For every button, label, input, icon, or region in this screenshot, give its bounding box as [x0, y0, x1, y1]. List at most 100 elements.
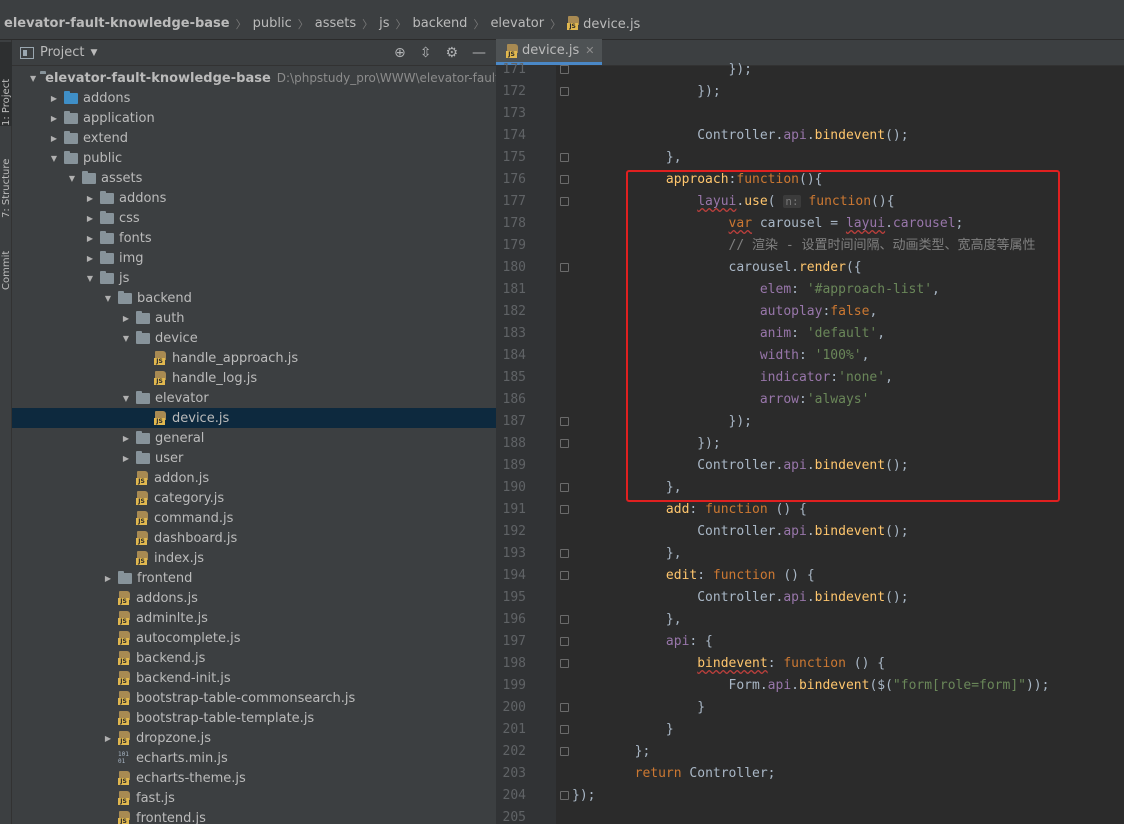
chevron-down-icon[interactable]: ▼ — [120, 334, 132, 343]
tree-folder-item[interactable]: ▼ elevator-fault-knowledge-base D:\phpstud… — [12, 68, 496, 88]
fold-marker-icon[interactable] — [560, 153, 569, 162]
tree-folder-item[interactable]: ▼ public — [12, 148, 496, 168]
chevron-right-icon[interactable]: ▶ — [84, 234, 96, 243]
tree-file-item[interactable]: ▶JSaddon.js — [12, 468, 496, 488]
tree-file-item[interactable]: ▶JSecharts-theme.js — [12, 768, 496, 788]
commit-tool-tab[interactable]: Commit — [0, 228, 12, 290]
chevron-right-icon[interactable]: ▶ — [120, 454, 132, 463]
collapse-icon[interactable]: ⇳ — [420, 46, 432, 60]
tree-file-item[interactable]: ▶JSdevice.js — [12, 408, 496, 428]
gear-icon[interactable]: ⚙ — [445, 46, 458, 60]
tree-folder-item[interactable]: ▶ css — [12, 208, 496, 228]
tree-file-item[interactable]: ▶JSfrontend.js — [12, 808, 496, 824]
chevron-right-icon[interactable]: ▶ — [102, 734, 114, 743]
fold-marker-icon[interactable] — [560, 659, 569, 668]
tree-folder-item[interactable]: ▼ device — [12, 328, 496, 348]
chevron-down-icon[interactable]: ▼ — [48, 154, 60, 163]
tree-folder-item[interactable]: ▼ elevator — [12, 388, 496, 408]
fold-marker-icon[interactable] — [560, 571, 569, 580]
tree-file-item[interactable]: ▶JSaddons.js — [12, 588, 496, 608]
fold-marker-icon[interactable] — [560, 615, 569, 624]
tree-folder-item[interactable]: ▶ user — [12, 448, 496, 468]
fold-marker-icon[interactable] — [560, 483, 569, 492]
tree-file-item[interactable]: ▶JShandle_log.js — [12, 368, 496, 388]
fold-marker-icon[interactable] — [560, 725, 569, 734]
fold-marker-icon[interactable] — [560, 417, 569, 426]
chevron-down-icon[interactable]: ▼ — [66, 174, 78, 183]
locate-icon[interactable]: ⊕ — [394, 46, 406, 60]
tree-file-item[interactable]: ▶JSfast.js — [12, 788, 496, 808]
fold-marker-icon[interactable] — [560, 637, 569, 646]
chevron-right-icon[interactable]: ▶ — [120, 434, 132, 443]
breadcrumb-item[interactable]: elevator — [490, 16, 544, 31]
fold-marker-icon[interactable] — [560, 263, 569, 272]
chevron-down-icon[interactable]: ▼ — [90, 48, 97, 58]
fold-marker-icon[interactable] — [560, 175, 569, 184]
tree-folder-item[interactable]: ▼ backend — [12, 288, 496, 308]
chevron-right-icon[interactable]: ▶ — [120, 314, 132, 323]
tree-folder-item[interactable]: ▶ extend — [12, 128, 496, 148]
chevron-down-icon[interactable]: ▼ — [102, 294, 114, 303]
close-icon[interactable]: ✕ — [585, 44, 594, 57]
tree-folder-item[interactable]: ▶ general — [12, 428, 496, 448]
tree-folder-item[interactable]: ▼ js — [12, 268, 496, 288]
tree-folder-item[interactable]: ▼ assets — [12, 168, 496, 188]
tree-file-item[interactable]: ▶JScategory.js — [12, 488, 496, 508]
tree-file-item[interactable]: ▶JSdashboard.js — [12, 528, 496, 548]
fold-marker-icon[interactable] — [560, 65, 569, 74]
folder-icon — [118, 570, 132, 584]
fold-marker-icon[interactable] — [560, 439, 569, 448]
fold-marker-icon[interactable] — [560, 791, 569, 800]
tree-folder-item[interactable]: ▶ addons — [12, 188, 496, 208]
fold-marker-icon[interactable] — [560, 197, 569, 206]
tree-file-item[interactable]: ▶JScommand.js — [12, 508, 496, 528]
fold-marker-icon[interactable] — [560, 549, 569, 558]
tree-file-item[interactable]: ▶10101echarts.min.js — [12, 748, 496, 768]
tree-folder-item[interactable]: ▶ addons — [12, 88, 496, 108]
breadcrumb-item[interactable]: backend — [413, 16, 468, 31]
breadcrumb-item[interactable]: public — [253, 16, 292, 31]
tree-item-label: backend — [137, 290, 192, 306]
tree-file-item[interactable]: ▶JSbackend.js — [12, 648, 496, 668]
chevron-down-icon[interactable]: ▼ — [30, 74, 36, 83]
project-tool-tab[interactable]: 1: Project — [0, 42, 12, 126]
tree-folder-item[interactable]: ▶ img — [12, 248, 496, 268]
tree-folder-item[interactable]: ▶ frontend — [12, 568, 496, 588]
chevron-right-icon[interactable]: ▶ — [102, 574, 114, 583]
tree-file-item[interactable]: ▶JSindex.js — [12, 548, 496, 568]
tree-file-item[interactable]: ▶ JS dropzone.js — [12, 728, 496, 748]
chevron-right-icon[interactable]: ▶ — [48, 134, 60, 143]
breadcrumb-item[interactable]: elevator-fault-knowledge-base — [4, 16, 230, 31]
project-panel-title[interactable]: Project — [40, 45, 84, 60]
tree-folder-item[interactable]: ▶ auth — [12, 308, 496, 328]
fold-marker-icon[interactable] — [560, 703, 569, 712]
fold-marker-icon[interactable] — [560, 87, 569, 96]
chevron-down-icon[interactable]: ▼ — [84, 274, 96, 283]
tree-file-item[interactable]: ▶JSautocomplete.js — [12, 628, 496, 648]
breadcrumb-item[interactable]: JS device.js — [567, 15, 640, 32]
tree-item-label: auth — [155, 310, 185, 326]
tree-item-label: command.js — [154, 510, 234, 526]
chevron-right-icon[interactable]: ▶ — [84, 194, 96, 203]
folder-icon — [100, 210, 114, 224]
fold-marker-icon[interactable] — [560, 747, 569, 756]
tree-file-item[interactable]: ▶JShandle_approach.js — [12, 348, 496, 368]
tree-file-item[interactable]: ▶JSadminlte.js — [12, 608, 496, 628]
tree-file-item[interactable]: ▶JSbackend-init.js — [12, 668, 496, 688]
structure-tool-tab[interactable]: 7: Structure — [0, 132, 12, 218]
tree-file-item[interactable]: ▶JSbootstrap-table-template.js — [12, 708, 496, 728]
tree-folder-item[interactable]: ▶ application — [12, 108, 496, 128]
chevron-right-icon[interactable]: ▶ — [84, 214, 96, 223]
tree-file-item[interactable]: ▶JSbootstrap-table-commonsearch.js — [12, 688, 496, 708]
chevron-right-icon[interactable]: ▶ — [48, 94, 60, 103]
fold-marker-icon[interactable] — [560, 505, 569, 514]
breadcrumb-item[interactable]: assets — [315, 16, 356, 31]
chevron-right-icon[interactable]: ▶ — [48, 114, 60, 123]
tree-folder-item[interactable]: ▶ fonts — [12, 228, 496, 248]
chevron-down-icon[interactable]: ▼ — [120, 394, 132, 403]
minimize-icon[interactable]: — — [472, 46, 486, 60]
project-tree: ▼ elevator-fault-knowledge-base D:\phpstud… — [12, 68, 496, 824]
line-number: 177 — [502, 194, 526, 209]
chevron-right-icon[interactable]: ▶ — [84, 254, 96, 263]
breadcrumb-item[interactable]: js — [379, 16, 389, 31]
